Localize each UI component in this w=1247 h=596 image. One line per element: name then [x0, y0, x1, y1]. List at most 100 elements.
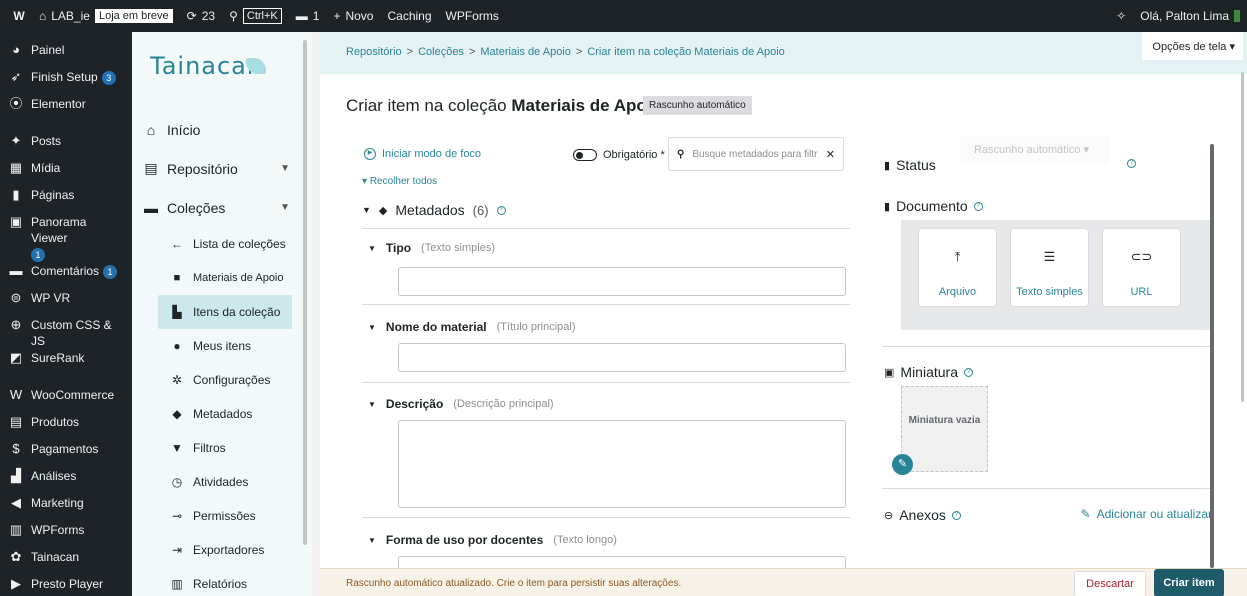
focus-mode-button[interactable]: ▶ Iniciar modo de foco — [364, 148, 481, 160]
media-icon: ▦ — [9, 160, 23, 175]
breadcrumb-colecoes[interactable]: Coleções — [418, 46, 464, 58]
page-scrollbar[interactable] — [1241, 72, 1244, 402]
menu-marketing[interactable]: ◀ Marketing — [0, 495, 132, 521]
elementor-icon: ⦿ — [9, 96, 23, 111]
tag-icon: ◆ — [172, 407, 182, 421]
edit-thumbnail-icon[interactable]: ✎ — [892, 454, 913, 475]
menu-comentarios[interactable]: ▬ Comentários 1 — [0, 263, 132, 289]
screen-options-button[interactable]: Opções de tela ▾ — [1142, 32, 1243, 60]
tipo-input[interactable] — [398, 267, 846, 296]
nav-metadados[interactable]: ◆ Metadados — [132, 397, 312, 431]
menu-pagamentos[interactable]: $ Pagamentos — [0, 441, 132, 467]
site-name-link[interactable]: ⌂ LAB_ie Loja em breve — [32, 0, 180, 32]
menu-woocommerce[interactable]: W WooCommerce — [0, 387, 132, 413]
add-attachments-link[interactable]: ✎ Adicionar ou atualizar — [1081, 507, 1212, 521]
menu-tainacan[interactable]: ✿ Tainacan — [0, 549, 132, 575]
nav-exportadores[interactable]: ⇥ Exportadores — [132, 533, 312, 567]
toggle-switch[interactable] — [573, 149, 597, 161]
breadcrumb-repositorio[interactable]: Repositório — [346, 46, 402, 58]
descricao-textarea[interactable] — [398, 420, 846, 508]
nav-colecoes[interactable]: ▬ Coleções ▼ — [132, 188, 312, 227]
divider — [882, 488, 1212, 489]
divider — [362, 517, 850, 518]
nav-relatorios[interactable]: ▥ Relatórios — [132, 567, 312, 596]
user-greeting[interactable]: Olá, Palton Lima — [1133, 0, 1247, 32]
menu-panorama[interactable]: ▣ Panorama Viewer 1 — [0, 214, 132, 262]
wordpress-logo-icon[interactable]: W — [6, 6, 32, 26]
field-nome-material[interactable]: ▼ Nome do material (Título principal) — [368, 320, 575, 334]
search-icon: ⚲ — [677, 148, 685, 160]
nav-meus-itens[interactable]: ● Meus itens — [132, 329, 312, 363]
nav-configuracoes[interactable]: ✲ Configurações — [132, 363, 312, 397]
menu-elementor[interactable]: ⦿ Elementor — [0, 96, 132, 122]
menu-presto-player[interactable]: ▶ Presto Player — [0, 576, 132, 596]
sidebar-scrollbar[interactable] — [303, 40, 307, 545]
caching-link[interactable]: Caching — [380, 0, 438, 32]
help-icon[interactable]: ? — [496, 205, 506, 215]
field-descricao[interactable]: ▼ Descrição (Descrição principal) — [368, 397, 554, 411]
close-icon[interactable]: ✕ — [826, 148, 835, 161]
key-icon: ⊸ — [171, 509, 183, 523]
nav-lista-colecoes[interactable]: ← Lista de coleções — [132, 227, 312, 261]
pencil-icon: ✎ — [1080, 507, 1091, 521]
status-select[interactable]: Rascunho automático ▾ — [960, 136, 1110, 164]
metadata-section-header[interactable]: ▼ ◆ Metadados (6)? — [362, 202, 506, 218]
nav-materiais-de-apoio[interactable]: ■ Materiais de Apoio — [132, 261, 312, 295]
ai-sparkle-icon[interactable]: ✧ — [1109, 0, 1133, 32]
menu-surerank[interactable]: ◩ SureRank — [0, 350, 132, 376]
folder-icon: ▬ — [144, 199, 158, 216]
comments-link[interactable]: ▬ 1 — [289, 0, 327, 32]
document-file-button[interactable]: ⤒ Arquivo — [918, 228, 997, 307]
text-icon: ☰ — [1043, 249, 1056, 264]
nav-repositorio[interactable]: ▤ Repositório ▼ — [132, 149, 312, 188]
create-item-button[interactable]: Criar item — [1154, 569, 1224, 596]
nav-atividades[interactable]: ◷ Atividades — [132, 465, 312, 499]
menu-paginas[interactable]: ▮ Páginas — [0, 187, 132, 213]
auto-draft-badge: Rascunho automático — [643, 96, 752, 115]
item-sidebar: ▮ Status Rascunho automático ▾ ? ▮ Documen… — [882, 74, 1212, 568]
menu-custom-css[interactable]: ⊕ Custom CSS & JS — [0, 317, 132, 349]
menu-produtos[interactable]: ▤ Produtos — [0, 414, 132, 440]
nav-filtros[interactable]: ▼ Filtros — [132, 431, 312, 465]
pin-icon: ✦ — [10, 133, 22, 148]
menu-painel[interactable]: ◕ Painel — [0, 42, 132, 68]
field-tipo[interactable]: ▼ Tipo (Texto simples) — [368, 241, 495, 255]
new-content-link[interactable]: + Novo — [326, 0, 380, 32]
dashboard-icon: ◕ — [12, 42, 20, 57]
menu-finish-setup[interactable]: ➶ Finish Setup 3 — [0, 69, 132, 95]
breadcrumb-current[interactable]: Criar item na coleção Materiais de Apoio — [587, 46, 784, 58]
nav-itens-colecao[interactable]: ▙ Itens da coleção — [158, 295, 292, 329]
nome-material-input[interactable] — [398, 343, 846, 372]
breadcrumb-materiais[interactable]: Materiais de Apoio — [480, 46, 571, 58]
chart-icon: ▟ — [11, 468, 21, 483]
forma-de-uso-textarea[interactable] — [398, 556, 846, 568]
tag-icon: ◆ — [378, 204, 388, 217]
nav-inicio[interactable]: ⌂ Início — [132, 110, 312, 149]
wpforms-link[interactable]: WPForms — [439, 0, 506, 32]
form-scrollbar[interactable] — [1210, 144, 1214, 568]
updates-link[interactable]: ⟳ 23 — [180, 0, 222, 32]
field-forma-de-uso[interactable]: ▼ Forma de uso por docentes (Texto longo) — [368, 533, 617, 547]
help-icon[interactable]: ? — [1127, 159, 1136, 168]
menu-wpvr[interactable]: ⊜ WP VR — [0, 290, 132, 316]
discard-button[interactable]: Descartar — [1074, 571, 1146, 596]
play-icon: ▶ — [11, 576, 21, 591]
help-icon[interactable]: ? — [951, 510, 961, 520]
command-search[interactable]: ⚲ Ctrl+K — [222, 0, 289, 32]
help-icon[interactable]: ? — [973, 201, 983, 211]
nav-permissoes[interactable]: ⊸ Permissões — [132, 499, 312, 533]
menu-midia[interactable]: ▦ Mídia — [0, 160, 132, 186]
document-url-button[interactable]: ⊂⊃ URL — [1102, 228, 1181, 307]
help-icon[interactable]: ? — [964, 367, 973, 377]
admin-bar: W ⌂ LAB_ie Loja em breve ⟳ 23 ⚲ Ctrl+K ▬ 1 + N… — [0, 0, 1247, 32]
menu-wpforms[interactable]: ▥ WPForms — [0, 522, 132, 548]
collapse-all-link[interactable]: ▾ Recolher todos — [362, 176, 437, 187]
document-text-button[interactable]: ☰ Texto simples — [1010, 228, 1089, 307]
required-toggle[interactable]: Obrigatório * — [573, 149, 665, 161]
thumbnail-placeholder[interactable]: Miniatura vazia — [901, 386, 988, 472]
menu-analises[interactable]: ▟ Análises — [0, 468, 132, 494]
menu-posts[interactable]: ✦ Posts — [0, 133, 132, 159]
divider — [362, 382, 850, 383]
plus-circle-icon: ⊕ — [10, 317, 22, 332]
metadata-search-input[interactable]: ⚲ Busque metadados para filtr ✕ — [668, 137, 844, 171]
